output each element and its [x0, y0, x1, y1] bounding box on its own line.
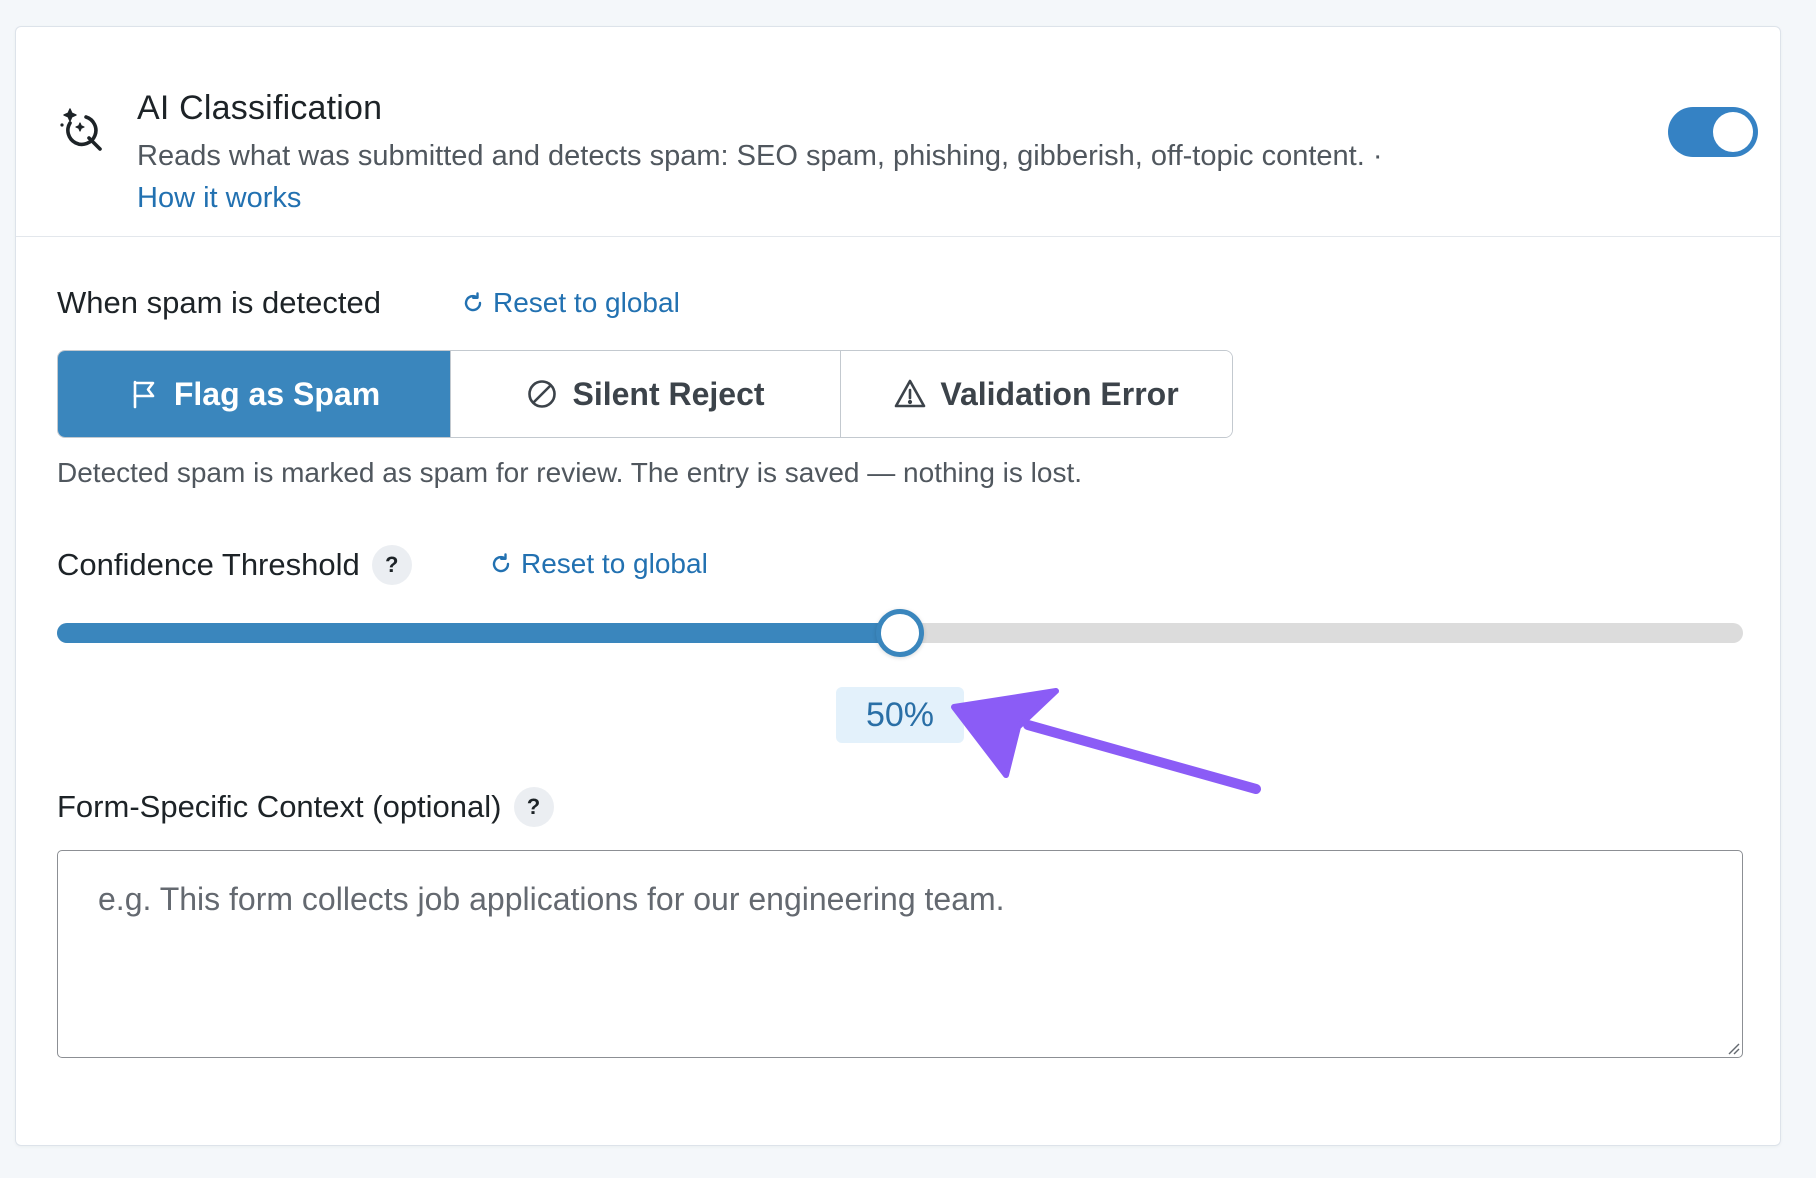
reset-icon — [464, 292, 482, 312]
validation-error-option[interactable]: Validation Error — [840, 351, 1232, 437]
reset-icon — [492, 553, 510, 573]
warning-icon — [895, 379, 926, 408]
confidence-slider-fill — [57, 623, 900, 643]
confidence-label-row: Confidence Threshold ? — [57, 545, 412, 585]
confidence-reset-link[interactable]: Reset to global — [489, 548, 708, 580]
annotation-arrow-icon — [951, 688, 1261, 794]
context-help-badge[interactable]: ? — [513, 787, 554, 827]
confidence-slider-thumb[interactable] — [876, 609, 924, 657]
context-label: Form-Specific Context (optional) — [57, 789, 502, 824]
option-label: Validation Error — [940, 375, 1179, 412]
how-it-works-link[interactable]: How it works — [137, 182, 301, 214]
option-label: Silent Reject — [572, 375, 765, 412]
ai-search-icon — [60, 108, 102, 151]
context-label-row: Form-Specific Context (optional) ? — [57, 787, 554, 827]
card-header: AI Classification Reads what was submitt… — [16, 27, 1780, 237]
spam-action-segmented-control: Flag as Spam Silent Reject Validation Er… — [57, 350, 1233, 438]
section-description: Reads what was submitted and detects spa… — [137, 135, 1597, 219]
reset-label: Reset to global — [521, 548, 708, 579]
section-title: AI Classification — [137, 89, 383, 127]
separator-dot: · — [1372, 140, 1383, 172]
spam-action-help-text: Detected spam is marked as spam for revi… — [57, 457, 1083, 488]
option-label: Flag as Spam — [173, 375, 381, 412]
silent-reject-option[interactable]: Silent Reject — [450, 351, 840, 437]
flag-icon — [133, 380, 155, 409]
flag-as-spam-option[interactable]: Flag as Spam — [58, 351, 450, 437]
confidence-help-badge[interactable]: ? — [371, 545, 412, 585]
resize-grip-icon[interactable] — [1726, 1041, 1740, 1055]
toggle-knob — [1713, 112, 1753, 152]
reset-label: Reset to global — [493, 287, 680, 318]
ai-classification-card: AI Classification Reads what was submitt… — [15, 26, 1781, 1146]
description-text: Reads what was submitted and detects spa… — [137, 140, 1365, 172]
confidence-label: Confidence Threshold — [57, 547, 360, 582]
confidence-value-badge: 50% — [836, 687, 964, 743]
spam-action-label: When spam is detected — [57, 285, 381, 320]
ai-classification-toggle[interactable] — [1668, 107, 1758, 157]
spam-action-reset-link[interactable]: Reset to global — [461, 287, 680, 319]
context-textarea[interactable] — [57, 850, 1743, 1058]
ban-icon — [528, 380, 557, 408]
